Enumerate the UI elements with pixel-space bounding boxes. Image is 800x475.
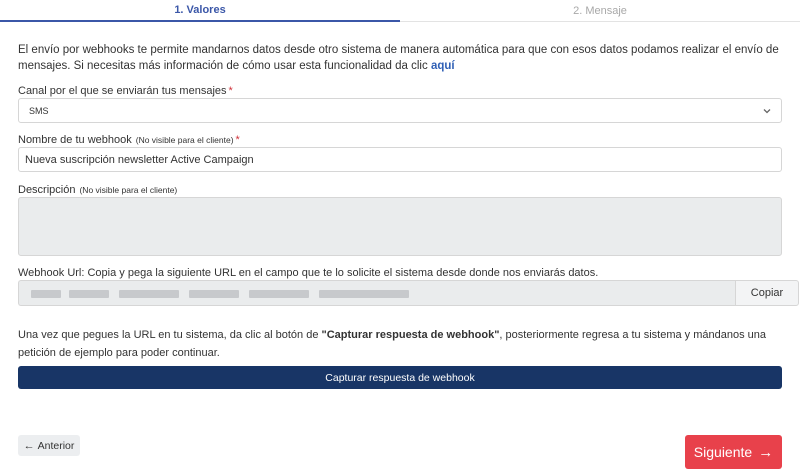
redacted-url-segment: [319, 290, 409, 298]
previous-button[interactable]: ← Anterior: [18, 435, 80, 456]
capture-webhook-button[interactable]: Capturar respuesta de webhook: [18, 366, 782, 389]
info-bold: "Capturar respuesta de webhook": [321, 329, 500, 341]
copy-button-label: Copiar: [750, 287, 784, 299]
webhook-url-group: Copiar: [18, 280, 799, 306]
description-label: Descripción (No visible para el cliente): [18, 184, 177, 196]
description-note: (No visible para el cliente): [79, 185, 178, 195]
webhook-url-field[interactable]: [18, 280, 735, 306]
previous-label: Anterior: [37, 439, 75, 452]
capture-webhook-label: Capturar respuesta de webhook: [325, 371, 475, 384]
channel-select-value: SMS: [29, 105, 49, 116]
channel-label-text: Canal por el que se enviarán tus mensaje…: [18, 85, 227, 97]
intro-body: El envío por webhooks te permite mandarn…: [18, 44, 779, 72]
tab-valores[interactable]: 1. Valores: [0, 0, 400, 22]
channel-label: Canal por el que se enviarán tus mensaje…: [18, 85, 233, 97]
webhook-url-label-text: Webhook Url: Copia y pega la siguiente U…: [18, 267, 599, 279]
redacted-url-segment: [31, 290, 61, 298]
required-mark: *: [228, 85, 233, 97]
chevron-down-icon: [763, 109, 771, 114]
tab-mensaje[interactable]: 2. Mensaje: [400, 0, 800, 22]
intro-text: El envío por webhooks te permite mandarn…: [18, 42, 788, 74]
webhook-name-input[interactable]: Nueva suscripción newsletter Active Camp…: [18, 147, 782, 172]
webhook-name-label: Nombre de tu webhook (No visible para el …: [18, 134, 240, 146]
redacted-url-segment: [69, 290, 109, 298]
arrow-left-icon: ←: [23, 439, 35, 452]
required-mark: *: [235, 134, 240, 146]
redacted-url-segment: [119, 290, 179, 298]
wizard-tabs: 1. Valores 2. Mensaje: [0, 0, 800, 22]
tab-mensaje-label: 2. Mensaje: [573, 5, 627, 17]
redacted-url-segment: [249, 290, 309, 298]
arrow-right-icon: →: [758, 443, 774, 461]
webhook-name-value: Nueva suscripción newsletter Active Camp…: [25, 153, 254, 166]
next-label: Siguiente: [693, 444, 753, 460]
copy-button[interactable]: Copiar: [735, 280, 799, 306]
description-textarea[interactable]: [18, 197, 782, 256]
tab-valores-label: 1. Valores: [174, 4, 226, 16]
channel-select[interactable]: SMS: [18, 98, 782, 123]
webhook-name-label-text: Nombre de tu webhook: [18, 134, 132, 146]
webhook-url-label: Webhook Url: Copia y pega la siguiente U…: [18, 267, 598, 279]
capture-instructions: Una vez que pegues la URL en tu sistema,…: [18, 326, 788, 362]
webhook-name-note: (No visible para el cliente): [135, 135, 234, 145]
description-label-text: Descripción: [18, 184, 76, 196]
help-link[interactable]: aquí: [431, 60, 455, 72]
next-button[interactable]: Siguiente →: [685, 435, 782, 469]
redacted-url-segment: [189, 290, 239, 298]
info-before: Una vez que pegues la URL en tu sistema,…: [18, 329, 322, 341]
